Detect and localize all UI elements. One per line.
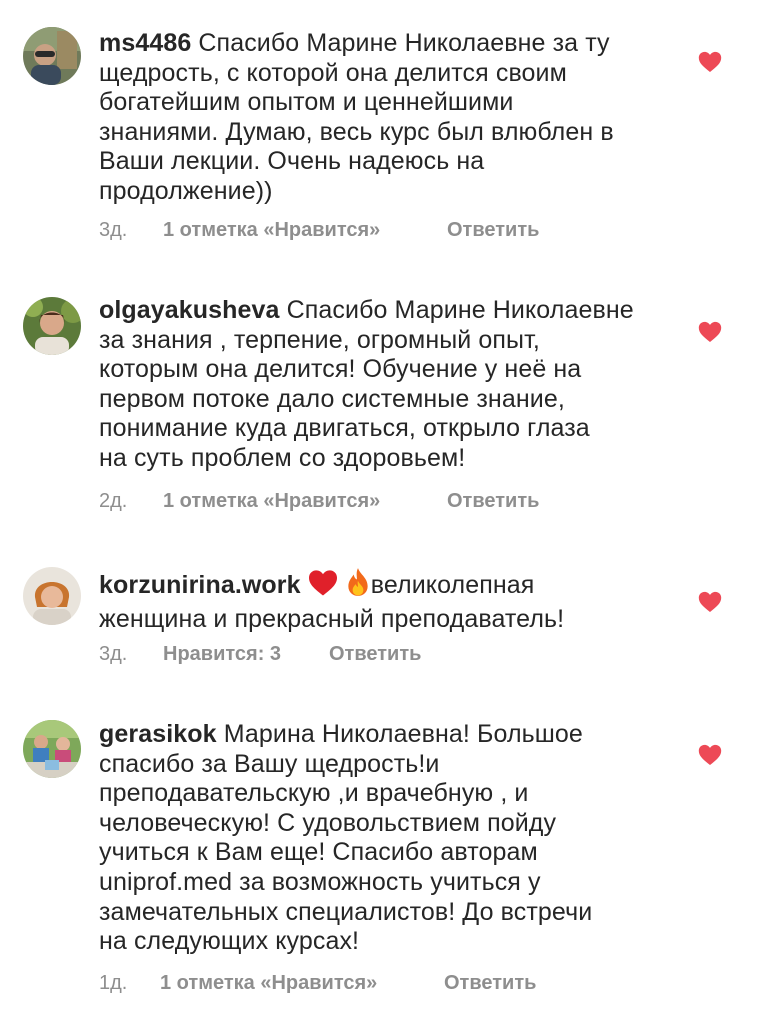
comment-line: понимание куда двигаться, открыло глаза [99, 414, 590, 443]
fire-icon [345, 567, 371, 605]
comment-line: учиться к Вам еще! Спасибо авторам [99, 838, 538, 867]
comment-line: которым она делится! Обучение у неё на [99, 355, 582, 384]
comment-line: женщина и прекрасный преподаватель! [99, 604, 565, 633]
like-heart-icon[interactable] [698, 321, 722, 343]
comment-line: Ваши лекции. Очень надеюсь на [99, 147, 485, 176]
comment-line: щедрость, с которой она делится своим [99, 58, 567, 87]
reply-button[interactable]: Ответить [444, 972, 536, 995]
comment-time: 3д. [99, 643, 128, 665]
avatar-photo-icon [23, 27, 81, 85]
comment-line: первом потоке дало системные знание, [99, 384, 565, 413]
like-heart-icon[interactable] [698, 51, 722, 73]
comment-line: продолжение)) [99, 176, 273, 205]
comment-username[interactable]: gerasikok [99, 720, 217, 748]
avatar-photo-icon [23, 297, 81, 355]
avatar[interactable] [23, 567, 81, 625]
comment-line: uniprof.med за возможность учиться у [99, 867, 541, 896]
avatar[interactable] [23, 297, 81, 355]
likes-count-link[interactable]: Нравится: 3 [163, 643, 281, 666]
likes-count-link[interactable]: 1 отметка «Нравится» [163, 219, 380, 242]
comment-line: спасибо за Вашу щедрость!и [99, 749, 440, 778]
comment-time: 2д. [99, 490, 128, 512]
comment-line: Спасибо Марине Николаевне за ту [198, 29, 610, 57]
likes-count-link[interactable]: 1 отметка «Нравится» [163, 490, 380, 513]
avatar[interactable] [23, 720, 81, 778]
comment-text: ms4486 Спасибо Марине Николаевне за ту щ… [99, 29, 679, 207]
comment-line: великолепная [370, 571, 535, 599]
comment-line: на суть проблем со здоровьем! [99, 443, 466, 472]
comment-line: на следующих курсах! [99, 927, 360, 956]
comment-text: korzunirina.work великолепная женщина и … [99, 567, 679, 634]
avatar-photo-icon [23, 567, 81, 625]
comment-username[interactable]: ms4486 [99, 29, 191, 57]
reply-button[interactable]: Ответить [447, 219, 539, 242]
comment-line: за знания , терпение, огромный опыт, [99, 325, 540, 354]
comment-line: Марина Николаевна! Большое [223, 720, 583, 748]
comment-text: olgayakusheva Спасибо Марине Николаевне … [99, 296, 679, 474]
reply-button[interactable]: Ответить [329, 643, 421, 666]
reply-button[interactable]: Ответить [447, 490, 539, 513]
red-heart-icon [308, 569, 338, 605]
comment-line: богатейшим опытом и ценнейшими [99, 88, 514, 117]
comment-line: человеческую! С удовольствием пойду [99, 808, 557, 837]
avatar-photo-icon [23, 720, 81, 778]
comment-text: gerasikok Марина Николаевна! Большое спа… [99, 720, 679, 957]
likes-count-link[interactable]: 1 отметка «Нравится» [160, 972, 377, 995]
avatar[interactable] [23, 27, 81, 85]
comment-time: 3д. [99, 219, 128, 241]
comment-line: преподавательскую ,и врачебную , и [99, 779, 529, 808]
comment-time: 1д. [99, 972, 128, 994]
like-heart-icon[interactable] [698, 591, 722, 613]
like-heart-icon[interactable] [698, 744, 722, 766]
comment-line: замечательных специалистов! До встречи [99, 897, 593, 926]
comment-username[interactable]: olgayakusheva [99, 296, 280, 324]
comment-line: знаниями. Думаю, весь курс был влюблен в [99, 117, 614, 146]
comment-line: Спасибо Марине Николаевне [286, 296, 634, 324]
comment-username[interactable]: korzunirina.work [99, 571, 301, 599]
